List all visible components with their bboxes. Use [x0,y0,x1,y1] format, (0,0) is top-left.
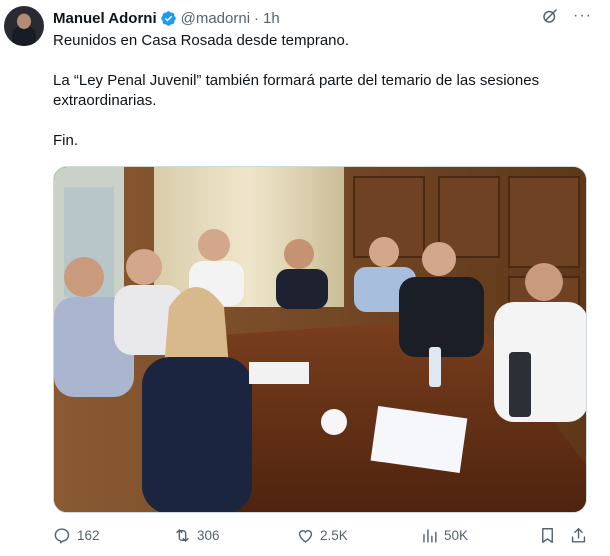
verified-badge-icon [160,10,176,26]
author-name[interactable]: Manuel Adorni [53,10,157,27]
share-button[interactable] [569,526,588,545]
separator-dot: · [254,9,260,27]
repost-button[interactable]: 306 [173,526,220,545]
heart-icon [298,530,313,543]
views-icon [423,529,437,543]
tweet-text-line: Fin. [53,132,79,149]
share-icon [571,528,586,543]
repost-icon [176,529,189,542]
bookmark-button[interactable] [538,526,557,545]
reply-count: 162 [77,528,100,543]
tweet-photo[interactable] [53,166,587,513]
like-button[interactable]: 2.5K [296,526,348,545]
grok-icon[interactable] [541,7,559,25]
tweet-header: Manuel Adorni @madorni · 1h [53,8,280,28]
views-button[interactable]: 50K [420,526,468,545]
tweet-top-actions: ··· [541,7,592,25]
tweet-actions: 162 306 2.5K 50K [53,526,593,548]
views-count: 50K [444,528,469,543]
avatar[interactable] [4,6,44,46]
tweet-text: Reunidos en Casa Rosada desde temprano. … [53,31,593,151]
repost-count: 306 [197,528,220,543]
tweet-text-line: La “Ley Penal Juvenil” también formará p… [53,72,540,109]
timestamp[interactable]: 1h [263,10,280,27]
reply-icon [54,528,70,544]
bookmark-icon [542,528,553,543]
like-count: 2.5K [320,528,348,543]
author-handle[interactable]: @madorni [181,10,250,27]
reply-button[interactable]: 162 [53,526,100,545]
tweet: Manuel Adorni @madorni · 1h ··· Reunidos… [0,0,610,556]
tweet-text-line: Reunidos en Casa Rosada desde temprano. [53,32,350,49]
meeting-photo-image [54,167,586,512]
more-options-icon[interactable]: ··· [573,7,592,25]
